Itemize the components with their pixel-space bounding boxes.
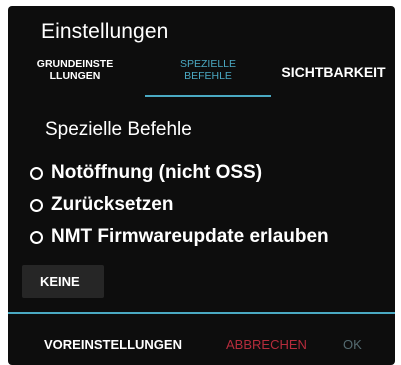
- tab-label: SICHTBARKEIT: [281, 64, 386, 80]
- tab-spezielle-befehle[interactable]: SPEZIELLE BEFEHLE: [144, 55, 272, 99]
- tab-label: SPEZIELLE BEFEHLE: [179, 58, 237, 82]
- tab-label: GRUNDEINSTELLUNGEN: [36, 58, 114, 82]
- keine-button[interactable]: KEINE: [22, 265, 104, 298]
- cancel-button[interactable]: ABBRECHEN: [226, 337, 307, 352]
- footer-divider: [8, 312, 395, 314]
- section-title: Spezielle Befehle: [45, 119, 192, 140]
- tab-selected-indicator: [145, 95, 271, 97]
- tab-grundeinstellungen[interactable]: GRUNDEINSTELLUNGEN: [8, 55, 142, 99]
- option-notoeffnung[interactable]: Notöffnung (nicht OSS): [30, 160, 262, 186]
- radio-button-icon[interactable]: [30, 198, 43, 212]
- tab-sichtbarkeit[interactable]: SICHTBARKEIT: [272, 55, 395, 99]
- option-label: NMT Firmwareupdate erlauben: [51, 226, 329, 247]
- ok-button[interactable]: OK: [343, 337, 362, 352]
- radio-button-icon[interactable]: [30, 166, 43, 180]
- radio-button-icon[interactable]: [30, 230, 43, 244]
- option-nmt-firmwareupdate[interactable]: NMT Firmwareupdate erlauben: [30, 224, 329, 250]
- dialog-title: Einstellungen: [41, 20, 169, 43]
- option-label: Notöffnung (nicht OSS): [51, 162, 263, 183]
- tab-bar: GRUNDEINSTELLUNGEN SPEZIELLE BEFEHLE SIC…: [8, 55, 395, 99]
- option-label: Zurücksetzen: [51, 194, 174, 215]
- option-zuruecksetzen[interactable]: Zurücksetzen: [30, 192, 173, 218]
- settings-dialog: Einstellungen GRUNDEINSTELLUNGEN SPEZIEL…: [8, 6, 395, 365]
- presets-button[interactable]: VOREINSTELLUNGEN: [44, 337, 182, 352]
